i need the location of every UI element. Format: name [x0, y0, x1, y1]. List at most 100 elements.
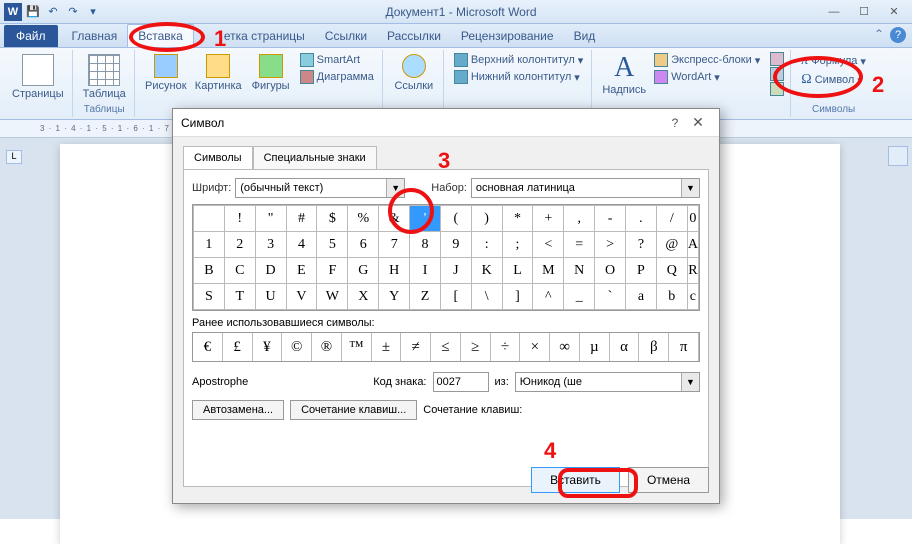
recent-symbol[interactable]: ¥: [253, 333, 283, 361]
qat-more-icon[interactable]: ▾: [84, 3, 102, 21]
grid-cell[interactable]: ): [471, 206, 502, 232]
grid-cell[interactable]: ;: [502, 232, 533, 258]
recent-symbol[interactable]: ®: [312, 333, 342, 361]
grid-cell[interactable]: C: [224, 258, 255, 284]
grid-cell[interactable]: J: [440, 258, 471, 284]
save-icon[interactable]: 💾: [24, 3, 42, 21]
grid-cell[interactable]: +: [533, 206, 564, 232]
recent-symbol[interactable]: α: [610, 333, 640, 361]
signature-icon[interactable]: [770, 52, 784, 66]
grid-cell[interactable]: (: [440, 206, 471, 232]
code-input[interactable]: [433, 372, 489, 392]
recent-symbol[interactable]: ≠: [401, 333, 431, 361]
grid-cell[interactable]: H: [379, 258, 410, 284]
grid-cell[interactable]: \: [471, 284, 502, 310]
grid-cell[interactable]: E: [286, 258, 317, 284]
grid-cell[interactable]: @: [656, 232, 687, 258]
grid-cell[interactable]: R: [687, 258, 698, 284]
recent-symbol[interactable]: β: [639, 333, 669, 361]
grid-cell[interactable]: V: [286, 284, 317, 310]
recent-symbol[interactable]: π: [669, 333, 699, 361]
maximize-button[interactable]: ☐: [850, 3, 878, 21]
tab-insert[interactable]: Вставка: [127, 24, 194, 47]
picture-button[interactable]: Рисунок: [143, 52, 189, 94]
grid-cell[interactable]: ': [410, 206, 441, 232]
recent-symbol[interactable]: µ: [580, 333, 610, 361]
ribbon-minimize-icon[interactable]: ⌃: [874, 27, 884, 43]
links-button[interactable]: Ссылки: [391, 52, 437, 94]
wordart-button[interactable]: WordArt ▾: [652, 69, 762, 85]
grid-cell[interactable]: T: [224, 284, 255, 310]
grid-cell[interactable]: [: [440, 284, 471, 310]
grid-cell[interactable]: =: [564, 232, 595, 258]
help-icon[interactable]: ?: [890, 27, 906, 43]
pages-button[interactable]: Страницы: [10, 52, 66, 102]
grid-cell[interactable]: 2: [224, 232, 255, 258]
grid-cell[interactable]: Y: [379, 284, 410, 310]
grid-cell[interactable]: 3: [255, 232, 286, 258]
character-grid[interactable]: !"#$%&'()*+,-./0123456789:;<=>?@ABCDEFGH…: [192, 204, 700, 311]
grid-cell[interactable]: $: [317, 206, 348, 232]
grid-cell[interactable]: 0: [687, 206, 698, 232]
recent-symbol[interactable]: €: [193, 333, 223, 361]
side-icon-1[interactable]: [888, 146, 908, 166]
equation-button[interactable]: π Формула ▾: [799, 52, 868, 70]
recent-symbol[interactable]: ≤: [431, 333, 461, 361]
grid-cell[interactable]: 1: [194, 232, 225, 258]
grid-cell[interactable]: Q: [656, 258, 687, 284]
tab-review[interactable]: Рецензирование: [451, 25, 564, 47]
tab-page-layout[interactable]: етка страницы: [194, 25, 315, 47]
grid-cell[interactable]: -: [595, 206, 626, 232]
grid-cell[interactable]: D: [255, 258, 286, 284]
grid-cell[interactable]: ^: [533, 284, 564, 310]
grid-cell[interactable]: O: [595, 258, 626, 284]
grid-cell[interactable]: A: [687, 232, 698, 258]
grid-cell[interactable]: a: [626, 284, 657, 310]
grid-cell[interactable]: ": [255, 206, 286, 232]
tab-mailings[interactable]: Рассылки: [377, 25, 451, 47]
grid-cell[interactable]: X: [348, 284, 379, 310]
font-combo[interactable]: (обычный текст)▼: [235, 178, 405, 198]
recent-symbol[interactable]: ±: [372, 333, 402, 361]
grid-cell[interactable]: #: [286, 206, 317, 232]
insert-button[interactable]: Вставить: [531, 467, 620, 493]
smartart-button[interactable]: SmartArt: [298, 52, 376, 68]
grid-cell[interactable]: :: [471, 232, 502, 258]
grid-cell[interactable]: N: [564, 258, 595, 284]
symbol-button[interactable]: Ω Символ ▾: [799, 71, 868, 89]
grid-cell[interactable]: F: [317, 258, 348, 284]
grid-cell[interactable]: *: [502, 206, 533, 232]
grid-cell[interactable]: P: [626, 258, 657, 284]
autocorrect-button[interactable]: Автозамена...: [192, 400, 284, 420]
word-icon[interactable]: W: [4, 3, 22, 21]
grid-cell[interactable]: /: [656, 206, 687, 232]
grid-cell[interactable]: !: [224, 206, 255, 232]
shortcut-button[interactable]: Сочетание клавиш...: [290, 400, 417, 420]
tab-special-chars[interactable]: Специальные знаки: [253, 146, 377, 170]
grid-cell[interactable]: I: [410, 258, 441, 284]
from-combo[interactable]: Юникод (ше▼: [515, 372, 700, 392]
footer-button[interactable]: Нижний колонтитул ▾: [452, 69, 585, 85]
grid-cell[interactable]: .: [626, 206, 657, 232]
grid-cell[interactable]: %: [348, 206, 379, 232]
recent-symbol[interactable]: ×: [520, 333, 550, 361]
recent-symbol[interactable]: ©: [282, 333, 312, 361]
grid-cell[interactable]: b: [656, 284, 687, 310]
grid-cell[interactable]: U: [255, 284, 286, 310]
grid-cell[interactable]: 5: [317, 232, 348, 258]
recent-symbol[interactable]: ≥: [461, 333, 491, 361]
grid-cell[interactable]: 4: [286, 232, 317, 258]
grid-cell[interactable]: L: [502, 258, 533, 284]
grid-cell[interactable]: >: [595, 232, 626, 258]
grid-cell[interactable]: c: [687, 284, 698, 310]
grid-cell[interactable]: W: [317, 284, 348, 310]
grid-cell[interactable]: M: [533, 258, 564, 284]
subset-combo[interactable]: основная латиница▼: [471, 178, 700, 198]
grid-cell[interactable]: ?: [626, 232, 657, 258]
grid-cell[interactable]: 7: [379, 232, 410, 258]
tab-file[interactable]: Файл: [4, 25, 58, 47]
grid-cell[interactable]: 6: [348, 232, 379, 258]
grid-cell[interactable]: ,: [564, 206, 595, 232]
grid-cell[interactable]: &: [379, 206, 410, 232]
grid-cell[interactable]: `: [595, 284, 626, 310]
